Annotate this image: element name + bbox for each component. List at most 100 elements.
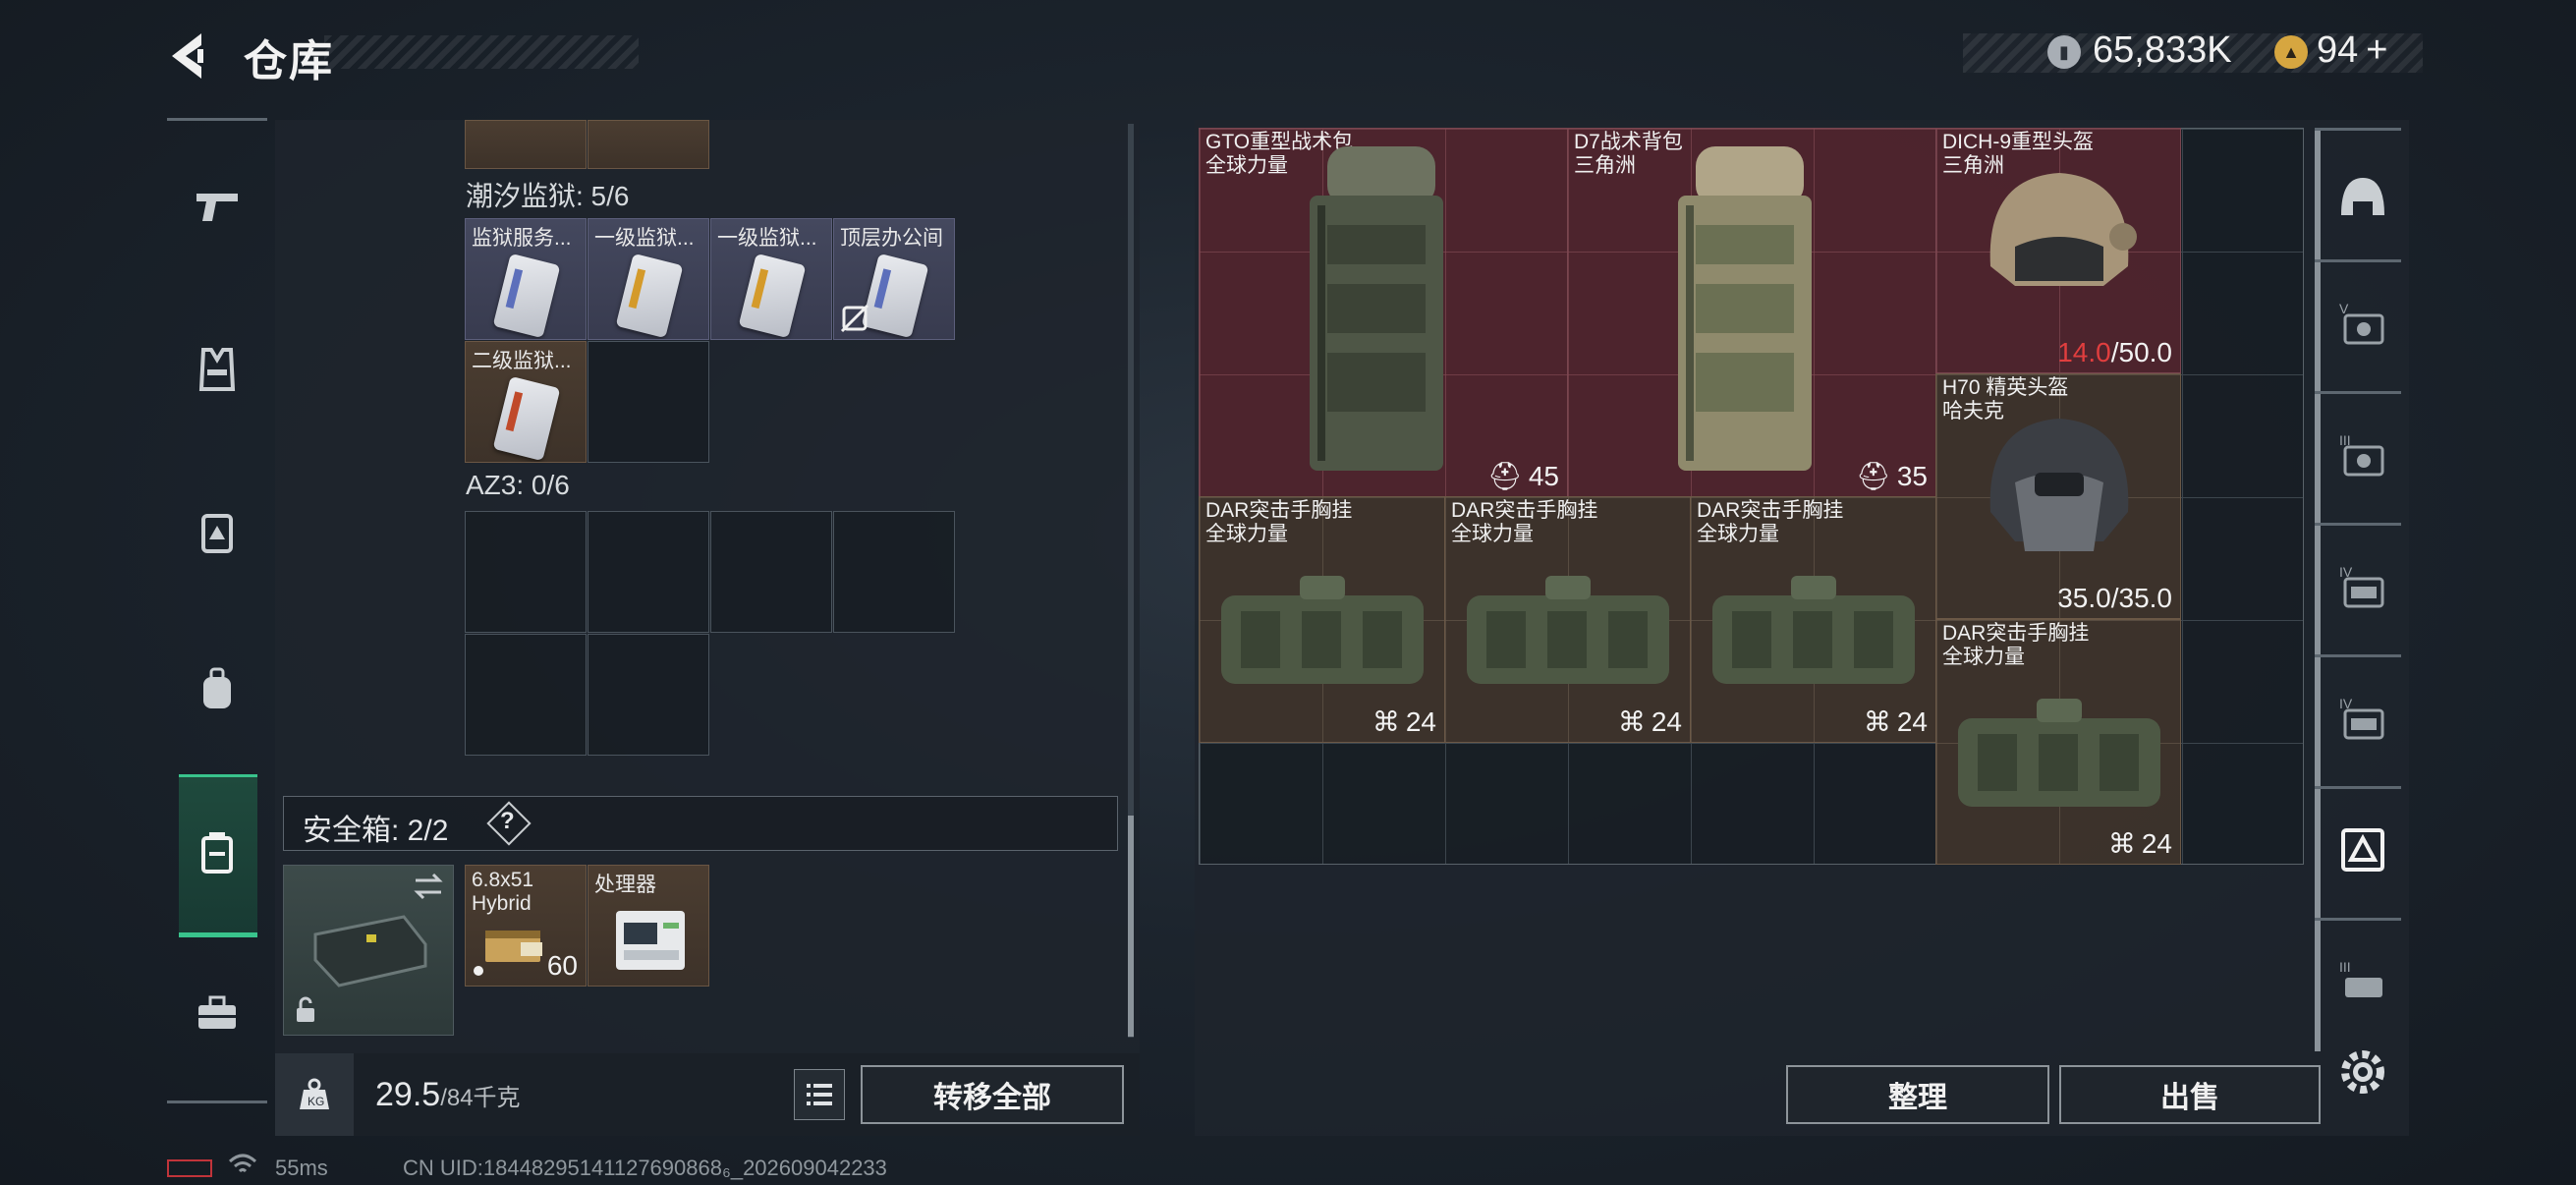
item-name: DAR突击手胸挂 全球力量 <box>1205 499 1353 545</box>
ping-text: 55ms <box>275 1156 328 1180</box>
item-label: 6.8x51 Hybrid <box>472 869 534 915</box>
filter-divider <box>2315 786 2401 789</box>
armor-iii-icon[interactable]: III <box>2330 423 2395 487</box>
filter-divider <box>2315 128 2401 131</box>
filter-divider <box>2315 523 2401 526</box>
weight-readout: 29.5/84千克 <box>375 1076 521 1113</box>
keycard-image <box>615 253 684 339</box>
add-gold-button[interactable]: + <box>2366 29 2387 71</box>
item-capacity: ⌘ 24 <box>1617 705 1682 738</box>
empty-slot[interactable] <box>588 341 709 463</box>
title-stripe <box>324 35 639 69</box>
stash-item-rig[interactable]: DAR突击手胸挂 全球力量 ⌘ 24 <box>1199 496 1445 743</box>
empty-slot[interactable] <box>588 511 709 633</box>
item-name: DAR突击手胸挂 全球力量 <box>1697 499 1844 545</box>
item-label: 一级监狱... <box>717 227 817 250</box>
keycard-item[interactable]: 监狱服务... <box>465 218 587 340</box>
helmet-filter-icon[interactable] <box>2330 165 2395 230</box>
safe-box-icon[interactable] <box>187 821 248 882</box>
transfer-all-button[interactable]: 转移全部 <box>861 1065 1124 1124</box>
stash-item-backpack[interactable]: GTO重型战术包 全球力量 ⛑ 45 <box>1199 128 1568 497</box>
item-capacity: ⌘ 24 <box>1863 705 1928 738</box>
backpack-icon[interactable] <box>187 658 248 719</box>
filter-divider <box>2315 259 2401 262</box>
ammo-indicator-dot <box>474 966 483 976</box>
keycard-image <box>492 375 561 462</box>
item-durability: 14.0/50.0 <box>2057 337 2172 367</box>
list-icon <box>807 1084 832 1105</box>
keycard-image <box>492 253 561 339</box>
svg-text:KG: KG <box>308 1095 324 1108</box>
empty-slot[interactable] <box>588 634 709 756</box>
money-amount: 65,833K <box>2093 29 2232 71</box>
keycard-item[interactable]: 一级监狱... <box>710 218 832 340</box>
item-name: DAR突击手胸挂 全球力量 <box>1451 499 1598 545</box>
stash-item-backpack[interactable]: D7战术背包 三角洲 ⛑ 35 <box>1567 128 1936 497</box>
rig-icon: ⌘ <box>1863 706 1891 737</box>
sell-button[interactable]: 出售 <box>2059 1065 2321 1124</box>
stash-item-rig[interactable]: DAR突击手胸挂 全球力量 ⌘ 24 <box>1444 496 1691 743</box>
container-scrollbar-thumb[interactable] <box>1128 816 1134 1037</box>
keycard-item[interactable]: 二级监狱... <box>465 341 587 463</box>
svg-text:III: III <box>2339 959 2351 975</box>
rig-icon: ⌘ <box>1372 706 1400 737</box>
list-view-button[interactable] <box>794 1069 845 1120</box>
item-capacity: ⌘ 24 <box>2107 827 2172 860</box>
empty-slot[interactable] <box>465 511 587 633</box>
rig-image <box>1958 699 2160 807</box>
stash-item-helmet[interactable]: H70 精英头盔 哈夫克 35.0/35.0 <box>1935 373 2181 619</box>
keycard-image <box>738 253 807 339</box>
stash-scrollbar[interactable] <box>2315 128 2321 1051</box>
stash-item-rig[interactable]: DAR突击手胸挂 全球力量 ⌘ 24 <box>1690 496 1936 743</box>
item-capacity: ⛑ 45 <box>1487 460 1559 492</box>
armor-iv-b-icon[interactable]: IV <box>2330 686 2395 751</box>
item-label: 一级监狱... <box>594 227 695 250</box>
armor-iii-b-icon[interactable]: III <box>2330 949 2395 1014</box>
safe-box-slot[interactable] <box>283 865 454 1036</box>
empty-slot[interactable] <box>833 511 955 633</box>
keycard-image <box>861 253 929 339</box>
helmet-image <box>1989 173 2137 286</box>
vest-icon[interactable] <box>187 339 248 400</box>
az3-container-label: AZ3: 0/6 <box>466 470 570 500</box>
helmet-image <box>1989 419 2129 551</box>
gold-amount: 94 + <box>2317 29 2388 71</box>
rail-divider-bottom <box>167 1100 267 1103</box>
armor-v-icon[interactable]: V <box>2330 291 2395 356</box>
no-insure-icon <box>840 304 869 338</box>
stash-item-helmet[interactable]: DICH-9重型头盔 三角洲 14.0/50.0 <box>1935 128 2181 373</box>
settings-icon[interactable] <box>2330 1040 2395 1104</box>
rig-icon: ⌘ <box>2107 828 2136 859</box>
item-name: DAR突击手胸挂 全球力量 <box>1942 622 2090 668</box>
ammo-box-image <box>485 931 542 962</box>
rig-image <box>1712 576 1915 684</box>
keycard-item[interactable]: 一级监狱... <box>588 218 709 340</box>
armor-iv-icon[interactable]: IV <box>2330 554 2395 619</box>
capacity-icon: ⛑ <box>1856 461 1891 491</box>
pistol-icon[interactable] <box>187 177 248 238</box>
item-label: 处理器 <box>594 874 656 896</box>
stash-item-rig[interactable]: DAR突击手胸挂 全球力量 ⌘ 24 <box>1935 619 2181 865</box>
toolbox-icon[interactable] <box>187 983 248 1044</box>
swap-icon[interactable] <box>412 872 445 906</box>
processor-item[interactable]: 处理器 <box>588 865 709 987</box>
partial-item-card[interactable] <box>465 120 587 169</box>
item-durability: 35.0/35.0 <box>2057 583 2172 613</box>
ammo-item[interactable]: 6.8x51 Hybrid 60 <box>465 865 587 987</box>
empty-slot[interactable] <box>465 634 587 756</box>
empty-slot[interactable] <box>710 511 832 633</box>
chest-rig-filter-icon[interactable] <box>2330 818 2395 882</box>
lock-icon <box>294 996 317 1029</box>
item-capacity: ⌘ 24 <box>1372 705 1436 738</box>
sort-button[interactable]: 整理 <box>1786 1065 2049 1124</box>
keycard-item[interactable]: 顶层办公间 <box>833 218 955 340</box>
partial-item-card[interactable] <box>588 120 709 169</box>
safe-box-label: 安全箱: 2/2 <box>303 815 449 847</box>
filter-divider <box>2315 918 2401 921</box>
item-label: 二级监狱... <box>472 350 572 372</box>
chest-rig-icon[interactable] <box>187 501 248 562</box>
wifi-icon <box>228 1152 257 1182</box>
back-icon[interactable] <box>162 28 221 85</box>
weight-icon: KG <box>275 1053 354 1136</box>
battery-icon <box>167 1159 212 1177</box>
